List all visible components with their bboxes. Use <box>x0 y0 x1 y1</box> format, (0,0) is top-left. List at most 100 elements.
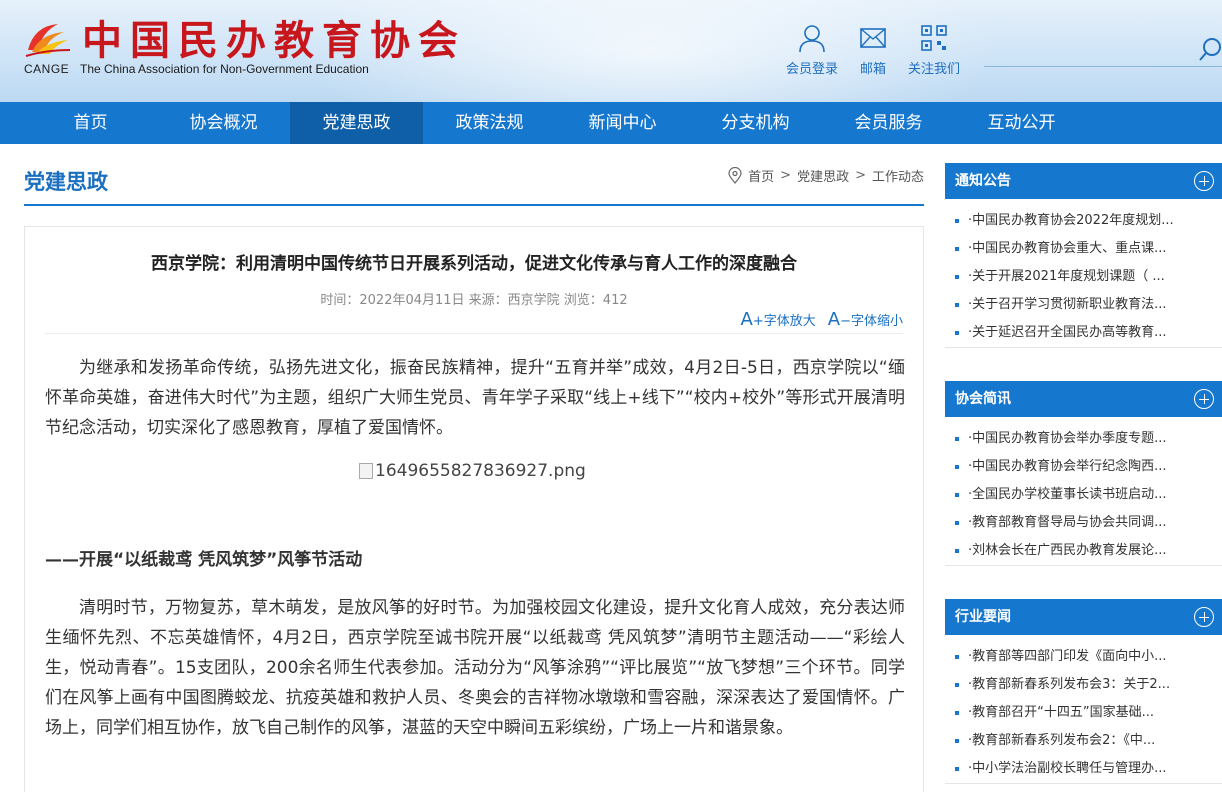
nav-item-member-service[interactable]: 会员服务 <box>822 102 955 144</box>
logo-abbreviation: CANGE <box>24 62 70 76</box>
article: 西京学院：利用清明中国传统节日开展系列活动，促进文化传承与育人工作的深度融合 时… <box>24 226 924 792</box>
sidebar-association-news-list: ·中国民办教育协会举办季度专题... ·中国民办教育协会举行纪念陶西... ·全… <box>945 417 1222 566</box>
bullet-icon <box>955 683 959 687</box>
list-item-text: ·全国民办学校董事长读书班启动... <box>968 487 1167 502</box>
list-item[interactable]: ·关于开展2021年度规划课题（ ... <box>955 263 1222 291</box>
member-login-link[interactable]: 会员登录 <box>786 22 838 77</box>
logo-english-name: The China Association for Non-Government… <box>80 62 369 76</box>
bullet-icon <box>955 331 959 335</box>
bullet-icon <box>955 711 959 715</box>
list-item-text: ·中国民办教育协会重大、重点课... <box>968 241 1167 256</box>
nav-item-public-interaction[interactable]: 互动公开 <box>955 102 1088 144</box>
bullet-icon <box>955 493 959 497</box>
qrcode-icon <box>919 22 949 54</box>
member-login-label: 会员登录 <box>786 62 839 77</box>
list-item[interactable]: ·关于召开学习贯彻新职业教育法... <box>955 291 1222 319</box>
bullet-icon <box>955 275 959 279</box>
mailbox-label: 邮箱 <box>860 62 887 77</box>
article-title: 西京学院：利用清明中国传统节日开展系列活动，促进文化传承与育人工作的深度融合 <box>151 254 797 274</box>
font-larger-label: +字体放大 <box>752 314 816 329</box>
list-item[interactable]: ·全国民办学校董事长读书班启动... <box>955 481 1222 509</box>
list-item-text: ·教育部新春系列发布会3：关于2... <box>968 677 1171 692</box>
list-item-text: ·中小学法治副校长聘任与管理办... <box>968 761 1167 776</box>
logo-emblem-icon <box>25 24 71 57</box>
list-item[interactable]: ·关于延迟召开全国民办高等教育... <box>955 319 1222 347</box>
site-header: 中国民办教育协会 CANGE The China Association for… <box>0 0 1222 102</box>
sidebar-notices-title: 通知公告 <box>955 173 1011 189</box>
user-icon <box>797 22 827 54</box>
font-size-controls: A +字体放大 A −字体缩小 <box>729 309 903 330</box>
follow-us-link[interactable]: 关注我们 <box>908 22 960 77</box>
font-smaller-button[interactable]: A −字体缩小 <box>828 309 903 330</box>
list-item-text: ·教育部等四部门印发《面向中小... <box>968 649 1167 664</box>
list-item-text: ·教育部教育督导局与协会共同调... <box>968 515 1167 530</box>
list-item-text: ·关于开展2021年度规划课题（ ... <box>968 269 1165 284</box>
sidebar-industry-news-title: 行业要闻 <box>955 609 1011 625</box>
font-smaller-label: −字体缩小 <box>840 314 903 329</box>
list-item[interactable]: ·教育部召开“十四五”国家基础... <box>955 699 1222 727</box>
plus-circle-icon[interactable] <box>1194 607 1214 627</box>
list-item[interactable]: ·教育部等四部门印发《面向中小... <box>955 643 1222 671</box>
breadcrumb-party-building[interactable]: 党建思政 <box>797 166 849 185</box>
nav-item-about[interactable]: 协会概况 <box>157 102 290 144</box>
list-item[interactable]: ·中国民办教育协会重大、重点课... <box>955 235 1222 263</box>
bullet-icon <box>955 549 959 553</box>
nav-item-policy[interactable]: 政策法规 <box>423 102 556 144</box>
list-item-text: ·教育部新春系列发布会2：《中... <box>968 733 1156 748</box>
search-input[interactable] <box>984 66 1222 67</box>
site-logo[interactable]: 中国民办教育协会 CANGE The China Association for… <box>24 18 458 80</box>
article-subheading: ——开展“以纸裁鸢 凭风筑梦”风筝节活动 <box>45 550 363 570</box>
nav-item-party-building[interactable]: 党建思政 <box>290 102 423 144</box>
sidebar-association-news: 协会简讯 ·中国民办教育协会举办季度专题... ·中国民办教育协会举行纪念陶西.… <box>945 381 1222 566</box>
article-paragraph-1: 为继承和发扬革命传统，弘扬先进文化，振奋民族精神，提升“五育并举”成效，4月2日… <box>45 358 905 438</box>
bullet-icon <box>955 767 959 771</box>
bullet-icon <box>955 739 959 743</box>
bullet-icon <box>955 465 959 469</box>
list-item[interactable]: ·教育部教育督导局与协会共同调... <box>955 509 1222 537</box>
header-links: 会员登录 邮箱 关注我们 <box>786 22 980 77</box>
list-item[interactable]: ·刘林会长在广西民办教育发展论... <box>955 537 1222 565</box>
bullet-icon <box>955 219 959 223</box>
list-item[interactable]: ·中国民办教育协会举行纪念陶西... <box>955 453 1222 481</box>
font-larger-icon: A <box>740 309 753 330</box>
list-item[interactable]: ·教育部新春系列发布会2：《中... <box>955 727 1222 755</box>
sidebar-notices: 通知公告 ·中国民办教育协会2022年度规划... ·中国民办教育协会重大、重点… <box>945 163 1222 348</box>
list-item-text: ·中国民办教育协会2022年度规划... <box>968 213 1174 228</box>
nav-item-branches[interactable]: 分支机构 <box>689 102 822 144</box>
font-larger-button[interactable]: A +字体放大 <box>741 309 816 330</box>
nav-item-news[interactable]: 新闻中心 <box>556 102 689 144</box>
breadcrumb: 首页 > 党建思政 > 工作动态 <box>726 166 924 185</box>
list-item-text: ·关于召开学习贯彻新职业教育法... <box>968 297 1167 312</box>
bullet-icon <box>955 437 959 441</box>
broken-image-icon <box>359 463 373 479</box>
bullet-icon <box>955 521 959 525</box>
follow-us-label: 关注我们 <box>908 62 961 77</box>
plus-circle-icon[interactable] <box>1194 171 1214 191</box>
search-icon[interactable] <box>1198 36 1222 62</box>
section-header: 党建思政 首页 > 党建思政 > 工作动态 <box>24 158 924 206</box>
bullet-icon <box>955 655 959 659</box>
list-item[interactable]: ·中国民办教育协会举办季度专题... <box>955 425 1222 453</box>
article-image: 1649655827836927.png <box>359 461 586 481</box>
list-item-text: ·教育部召开“十四五”国家基础... <box>968 705 1154 720</box>
list-item-text: ·刘林会长在广西民办教育发展论... <box>968 543 1167 558</box>
nav-item-home[interactable]: 首页 <box>24 102 157 144</box>
list-item[interactable]: ·中国民办教育协会2022年度规划... <box>955 207 1222 235</box>
list-item[interactable]: ·中小学法治副校长聘任与管理办... <box>955 755 1222 783</box>
list-item-text: ·关于延迟召开全国民办高等教育... <box>968 325 1167 340</box>
sidebar-association-news-title: 协会简讯 <box>955 391 1011 407</box>
bullet-icon <box>955 303 959 307</box>
main-nav: 首页 协会概况 党建思政 政策法规 新闻中心 分支机构 会员服务 互动公开 <box>0 102 1222 144</box>
mailbox-link[interactable]: 邮箱 <box>858 22 888 77</box>
sidebar-industry-news-header: 行业要闻 <box>945 599 1222 635</box>
bullet-icon <box>955 247 959 251</box>
sidebar-association-news-header: 协会简讯 <box>945 381 1222 417</box>
list-item[interactable]: ·教育部新春系列发布会3：关于2... <box>955 671 1222 699</box>
list-item-text: ·中国民办教育协会举办季度专题... <box>968 431 1167 446</box>
sidebar-notices-list: ·中国民办教育协会2022年度规划... ·中国民办教育协会重大、重点课... … <box>945 199 1222 348</box>
font-smaller-icon: A <box>827 309 841 330</box>
plus-circle-icon[interactable] <box>1194 389 1214 409</box>
breadcrumb-work-news[interactable]: 工作动态 <box>872 166 924 185</box>
logo-chinese-name: 中国民办教育协会 <box>82 17 466 64</box>
breadcrumb-home[interactable]: 首页 <box>748 166 774 185</box>
